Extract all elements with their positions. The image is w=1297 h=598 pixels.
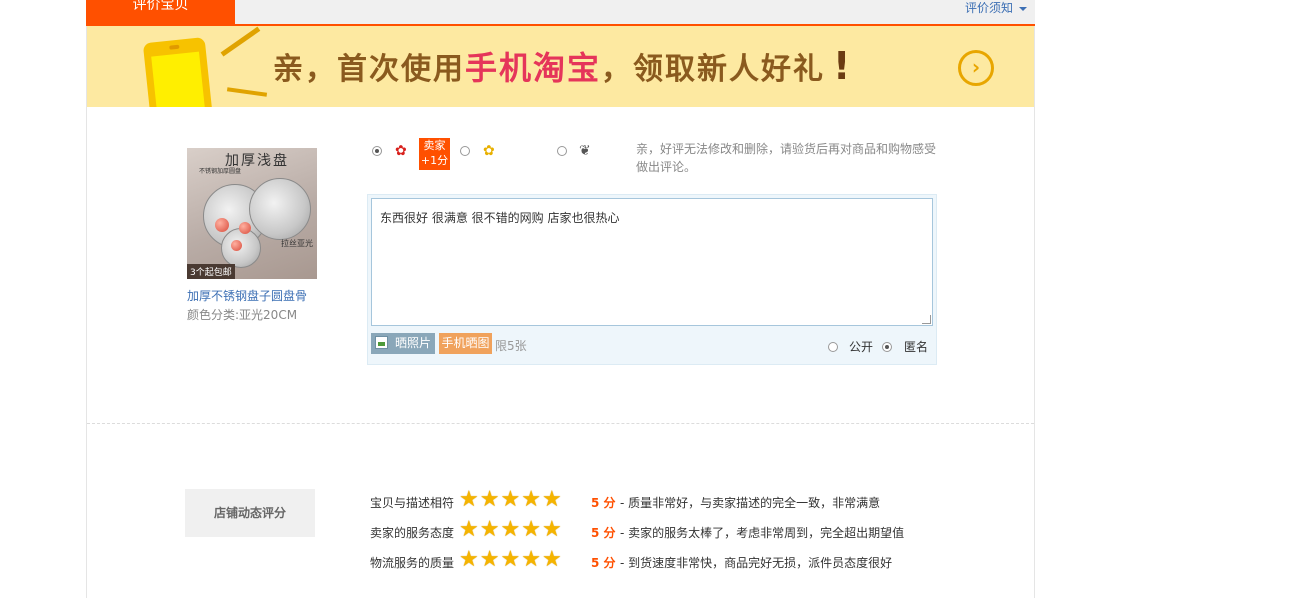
star-icon: ★ [521,547,541,572]
product-name-link[interactable]: 加厚不锈钢盘子圆盘骨 [187,287,307,304]
anonymous-label: 匿名 [904,340,929,354]
phone-icon [142,36,214,107]
star-icon: ★ [500,547,521,572]
star-icon: ★ [459,487,479,512]
star-icon: ★ [541,517,562,542]
star-icon: ★ [541,547,562,572]
product-sku: 颜色分类:亚光20CM [187,308,298,322]
section-divider [87,423,1034,424]
star-icon: ★ [541,487,562,512]
star-icon: ★ [459,547,479,572]
resize-handle-icon[interactable] [922,315,931,324]
star-rating[interactable]: ★★★★★ [459,548,563,572]
red-flower-icon: ✿ [395,143,407,159]
image-tag: 拉丝亚光 [281,239,313,248]
rating-notice-link[interactable]: 评价须知 [965,0,1027,16]
product-image[interactable]: 加厚浅盘 不锈钢加厚圆盘 拉丝亚光 3个起包邮 [187,148,317,279]
tab-bar: 评价宝贝 评价须知 [86,0,1035,26]
star-icon: ★ [459,517,479,542]
seller-bonus-badge: 卖家 +1分 [419,138,450,170]
yellow-flower-icon: ✿ [483,143,495,159]
star-icon: ★ [521,517,541,542]
comment-text: 东西很好 很满意 很不错的网购 店家也很热心 [380,211,620,225]
banner-highlight: 手机淘宝 [465,49,602,87]
rating-bad-radio[interactable] [557,146,567,156]
image-icon [375,336,388,349]
star-rating[interactable]: ★★★★★ [459,488,563,512]
tab-label: 评价宝贝 [132,0,189,13]
tab-rate-item[interactable]: 评价宝贝 [86,0,235,24]
rating-neutral-radio[interactable] [460,146,470,156]
public-label: 公开 [849,340,874,354]
star-icon: ★ [500,487,521,512]
star-rating[interactable]: ★★★★★ [459,518,563,542]
public-radio[interactable] [828,342,838,352]
star-icon: ★ [500,517,521,542]
rating-hint: 亲，好评无法修改和删除，请验货后再对商品和购物感受做出评论。 [636,142,937,174]
promo-banner[interactable]: 亲，首次使用手机淘宝，领取新人好礼! › [87,26,1034,107]
notice-label: 评价须知 [964,1,1013,15]
mobile-photo-button[interactable]: 手机晒图 [439,333,492,354]
ray-decoration [220,26,261,57]
photo-limit: 限5张 [495,339,527,353]
wilted-flower-icon: ❦ [579,143,591,159]
ray-decoration [226,87,268,97]
star-icon: ★ [521,487,541,512]
comment-textarea[interactable]: 东西很好 很满意 很不错的网购 店家也很热心 [371,198,933,326]
rating-good-radio[interactable] [372,146,382,156]
banner-text: 亲，首次使用手机淘宝，领取新人好礼! [273,44,853,88]
star-icon: ★ [479,547,500,572]
caret-down-icon [1019,6,1027,11]
image-corner-label: 3个起包邮 [187,264,235,279]
arrow-right-icon[interactable]: › [958,50,994,86]
upload-photo-button[interactable]: 晒照片 [371,333,435,354]
image-subtitle: 不锈钢加厚圆盘 [199,168,242,175]
shop-rating-label: 店铺动态评分 [185,489,315,537]
star-icon: ★ [479,517,500,542]
star-icon: ★ [479,487,500,512]
anonymous-radio[interactable] [882,342,892,352]
